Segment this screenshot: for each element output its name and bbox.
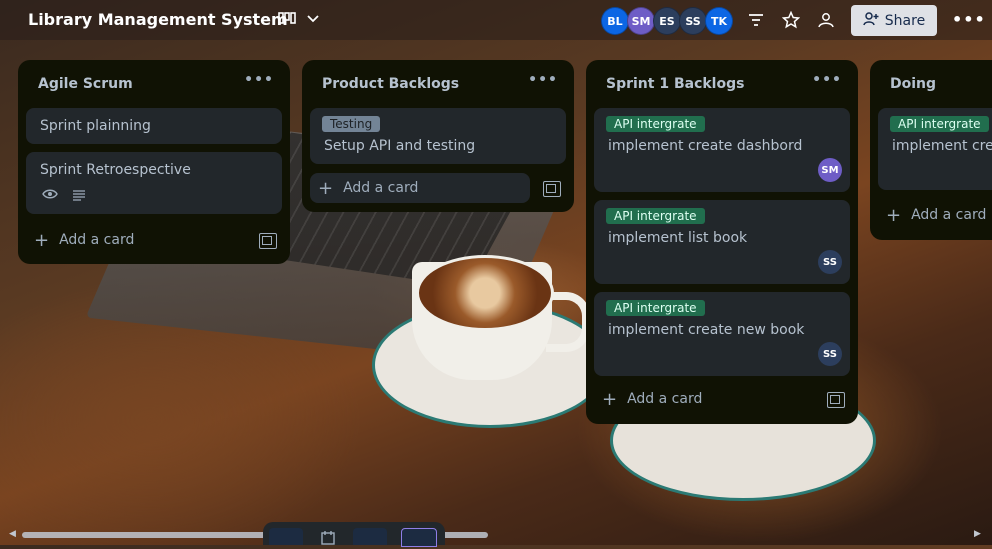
board-members: BL SM ES SS TK: [601, 7, 733, 35]
background-coffee: [416, 255, 554, 331]
card-template-icon[interactable]: [259, 233, 277, 249]
card-title: Sprint Retroespective: [40, 162, 191, 178]
add-card-button[interactable]: + Add a card: [594, 384, 822, 414]
chevron-down-icon[interactable]: [306, 11, 320, 29]
card-title: implement create dashbord: [608, 138, 803, 154]
avatar[interactable]: SM: [818, 158, 842, 182]
share-label: Share: [884, 12, 926, 29]
avatar[interactable]: ES: [653, 7, 681, 35]
list-sprint-1-backlogs: Sprint 1 Backlogs ••• API intergrate imp…: [586, 60, 858, 424]
background-cup-handle: [546, 292, 590, 352]
plus-icon: +: [602, 388, 618, 410]
card-label[interactable]: Testing: [322, 116, 381, 132]
card-label[interactable]: API intergrate: [890, 116, 989, 132]
avatar[interactable]: TK: [705, 7, 733, 35]
card-template-icon[interactable]: [543, 181, 561, 197]
inbox-icon[interactable]: [269, 528, 303, 545]
board-switcher-dock: [263, 522, 445, 547]
list-doing: Doing API intergrate implement cre + Add…: [870, 60, 992, 240]
card-title: implement list book: [608, 230, 748, 246]
list-product-backlogs: Product Backlogs ••• Testing Setup API a…: [302, 60, 574, 212]
plus-icon: +: [886, 204, 902, 226]
card[interactable]: Sprint Retroespective: [26, 152, 282, 214]
board-header: Library Management System BL SM ES SS TK…: [0, 0, 992, 40]
add-member-icon: [863, 11, 879, 31]
eye-icon: [42, 188, 58, 204]
more-icon[interactable]: •••: [528, 72, 558, 88]
add-card-label: Add a card: [343, 180, 419, 196]
board-icon[interactable]: [278, 11, 296, 29]
list-title[interactable]: Sprint 1 Backlogs: [606, 76, 744, 92]
add-card-label: Add a card: [59, 232, 135, 248]
card-title: Setup API and testing: [324, 138, 476, 154]
add-card-label: Add a card: [911, 207, 987, 223]
card-title: Sprint plainning: [40, 118, 151, 134]
more-icon[interactable]: •••: [244, 72, 274, 88]
list-title[interactable]: Doing: [890, 76, 936, 92]
board-title[interactable]: Library Management System: [28, 10, 288, 29]
add-card-button[interactable]: + Add a card: [310, 173, 530, 203]
avatar[interactable]: SS: [679, 7, 707, 35]
card[interactable]: API intergrate implement create new book…: [594, 292, 850, 376]
scroll-right-icon[interactable]: ▶: [974, 529, 981, 539]
card-title: implement create new book: [608, 322, 805, 338]
card[interactable]: API intergrate implement create dashbord…: [594, 108, 850, 192]
avatar[interactable]: SM: [627, 7, 655, 35]
more-icon[interactable]: •••: [952, 10, 986, 29]
card[interactable]: API intergrate implement list book SS: [594, 200, 850, 284]
card-label[interactable]: API intergrate: [606, 208, 705, 224]
card-label[interactable]: API intergrate: [606, 116, 705, 132]
add-card-button[interactable]: + Add a card: [26, 225, 274, 255]
view-switcher[interactable]: [278, 11, 320, 29]
star-icon[interactable]: [781, 10, 801, 30]
description-icon: [72, 189, 86, 205]
list-title[interactable]: Product Backlogs: [322, 76, 459, 92]
list-agile-scrum: Agile Scrum ••• Sprint plainning Sprint …: [18, 60, 290, 264]
list-title[interactable]: Agile Scrum: [38, 76, 133, 92]
board-icon[interactable]: [353, 528, 387, 545]
workspace-visibility-icon[interactable]: [816, 10, 836, 30]
switch-boards-icon[interactable]: [401, 528, 437, 547]
scroll-left-icon[interactable]: ◀: [9, 529, 16, 539]
card[interactable]: Testing Setup API and testing: [310, 108, 566, 164]
more-icon[interactable]: •••: [812, 72, 842, 88]
filter-icon[interactable]: [746, 10, 766, 30]
card-title: implement cre: [892, 138, 992, 154]
share-button[interactable]: Share: [851, 5, 937, 36]
plus-icon: +: [34, 229, 50, 251]
card[interactable]: Sprint plainning: [26, 108, 282, 144]
avatar[interactable]: SS: [818, 250, 842, 274]
card-label[interactable]: API intergrate: [606, 300, 705, 316]
calendar-icon[interactable]: [311, 528, 345, 545]
add-card-button[interactable]: + Add a card: [878, 200, 992, 230]
plus-icon: +: [318, 177, 334, 199]
card-template-icon[interactable]: [827, 392, 845, 408]
avatar[interactable]: BL: [601, 7, 629, 35]
add-card-label: Add a card: [627, 391, 703, 407]
avatar[interactable]: SS: [818, 342, 842, 366]
card[interactable]: API intergrate implement cre: [878, 108, 992, 190]
